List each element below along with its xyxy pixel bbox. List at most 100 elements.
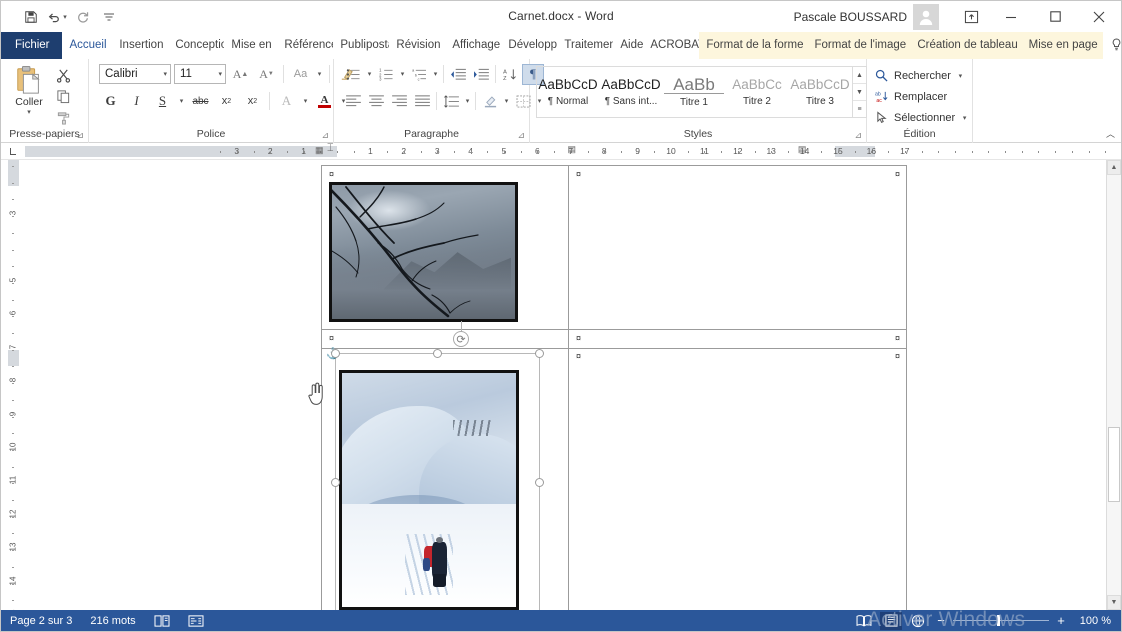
copy-icon[interactable]	[52, 87, 74, 106]
italic-icon[interactable]: I	[125, 91, 148, 112]
multilevel-list-icon[interactable]: abc	[408, 64, 430, 85]
gallery-more-icon[interactable]: ≡	[853, 101, 866, 117]
zoom-in-button[interactable]: +	[1054, 614, 1068, 627]
collapse-ribbon-icon[interactable]: ︿	[1106, 127, 1115, 140]
tell-me-box[interactable]: Dites-le-r	[1103, 32, 1122, 59]
vertical-scrollbar[interactable]: ▲ ▼	[1106, 160, 1121, 610]
shading-icon[interactable]	[479, 91, 501, 112]
scroll-down-button[interactable]: ▼	[1107, 595, 1121, 610]
shrink-font-icon[interactable]: A ▼	[255, 64, 278, 85]
style-titre-3[interactable]: AaBbCcD Titre 3	[789, 67, 852, 117]
tab-stop-left-icon[interactable]	[1, 143, 25, 160]
paragraph-dialog-launcher[interactable]: ⊿	[517, 129, 525, 142]
picture-winter-branches[interactable]	[329, 182, 518, 322]
select-button[interactable]: Sélectionner ▾	[872, 108, 969, 127]
undo-icon[interactable]: ▾	[45, 6, 69, 28]
table-cell[interactable]: ¤ ¤	[569, 166, 906, 329]
tab-revision[interactable]: Révision	[389, 32, 445, 59]
language-icon[interactable]	[179, 614, 213, 628]
bullets-icon[interactable]	[342, 64, 364, 85]
tab-developpeur[interactable]: Développeur	[501, 32, 557, 59]
zoom-level[interactable]: 100 %	[1073, 615, 1111, 627]
tab-creation-de-tableau[interactable]: Création de tableau	[910, 32, 1022, 59]
tab-fichier[interactable]: Fichier	[1, 32, 63, 59]
table-cell[interactable]: ¤ ¤	[569, 330, 906, 348]
line-spacing-icon[interactable]	[440, 91, 462, 112]
align-right-icon[interactable]	[388, 91, 410, 112]
tab-mise-en[interactable]: Mise en	[224, 32, 277, 59]
font-color-icon[interactable]: A	[313, 91, 336, 112]
scroll-thumb[interactable]	[1108, 427, 1120, 502]
style-titre-1[interactable]: AaBb Titre 1	[663, 67, 726, 117]
tab-insertion[interactable]: Insertion	[112, 32, 168, 59]
clipboard-dialog-launcher[interactable]: ⊿	[76, 129, 84, 142]
ribbon-display-options-icon[interactable]	[953, 1, 989, 32]
find-button[interactable]: Rechercher ▾	[872, 66, 965, 85]
style-sans-interligne[interactable]: AaBbCcD ¶ Sans int...	[600, 67, 663, 117]
numbering-icon[interactable]: 123	[375, 64, 397, 85]
style-titre-2[interactable]: AaBbCc Titre 2	[726, 67, 789, 117]
table-cell[interactable]: ¤ ¤	[569, 349, 906, 610]
tab-aide[interactable]: Aide	[613, 32, 643, 59]
zoom-slider-knob[interactable]	[997, 615, 1000, 626]
indent-markers[interactable]: ⌶	[327, 142, 334, 155]
print-layout-icon[interactable]	[880, 611, 902, 630]
handle-top-left[interactable]	[331, 349, 340, 358]
handle-top-right[interactable]	[535, 349, 544, 358]
bold-icon[interactable]: G	[99, 91, 122, 112]
handle-top-center[interactable]	[433, 349, 442, 358]
maximize-button[interactable]	[1033, 1, 1077, 32]
handle-middle-right[interactable]	[535, 478, 544, 487]
vertical-ruler[interactable]: 356789101112131415	[1, 160, 25, 610]
table-cell[interactable]: ¤	[322, 330, 569, 348]
cut-icon[interactable]	[52, 66, 74, 85]
zoom-slider[interactable]	[953, 612, 1049, 630]
table-row[interactable]: ¤ ¤ ¤	[321, 330, 907, 349]
table-cell[interactable]: ¤	[322, 166, 569, 329]
save-icon[interactable]	[19, 6, 43, 28]
decrease-indent-icon[interactable]	[447, 64, 469, 85]
column-marker[interactable]: ▤	[567, 144, 576, 155]
change-case-icon[interactable]: Aa	[289, 64, 312, 85]
superscript-icon[interactable]: x2	[241, 91, 264, 112]
sort-icon[interactable]: AZ	[499, 64, 521, 85]
style-normal[interactable]: AaBbCcD ¶ Normal	[537, 67, 600, 117]
increase-indent-icon[interactable]	[470, 64, 492, 85]
tab-format-de-la-forme[interactable]: Format de la forme	[699, 32, 808, 59]
chevron-down-icon[interactable]: ▾	[960, 114, 969, 122]
customize-qat-icon[interactable]	[97, 6, 121, 28]
font-family-combo[interactable]: Calibri ▾	[99, 64, 171, 84]
align-center-icon[interactable]	[365, 91, 387, 112]
justify-icon[interactable]	[411, 91, 433, 112]
handle-middle-left[interactable]	[331, 478, 340, 487]
gallery-up-icon[interactable]: ▲	[853, 67, 866, 84]
chevron-down-icon[interactable]: ▾	[956, 72, 965, 80]
page-indicator[interactable]: Page 2 sur 3	[1, 615, 81, 627]
font-dialog-launcher[interactable]: ⊿	[321, 129, 329, 142]
horizontal-ruler[interactable]: 3211234567891011121314151617▦⌶▤▤	[1, 142, 1121, 160]
image-winter-branches[interactable]	[329, 182, 518, 322]
web-layout-icon[interactable]	[907, 612, 929, 630]
read-mode-icon[interactable]	[853, 612, 875, 630]
tab-format-de-l-image[interactable]: Format de l'image	[807, 32, 911, 59]
proofing-errors-icon[interactable]	[145, 614, 179, 628]
format-painter-icon[interactable]	[52, 108, 74, 127]
tab-publipostage[interactable]: Publipostage	[333, 32, 389, 59]
left-margin-marker[interactable]: ▦	[315, 145, 324, 156]
align-left-icon[interactable]	[342, 91, 364, 112]
tab-accueil[interactable]: Accueil	[62, 32, 113, 59]
tab-affichage[interactable]: Affichage	[445, 32, 501, 59]
minimize-button[interactable]	[989, 1, 1033, 32]
tab-traitement[interactable]: Traitement	[557, 32, 613, 59]
document-canvas[interactable]: ¤ ¤ ¤ ¤ ¤ ¤ ¤ ¤ ⟳	[25, 160, 1106, 610]
zoom-out-button[interactable]: −	[934, 614, 948, 627]
rotate-handle[interactable]: ⟳	[453, 331, 469, 347]
right-indent-marker[interactable]: ▤	[798, 144, 807, 155]
underline-icon[interactable]: S	[151, 91, 174, 112]
paste-button[interactable]: Coller ▾	[6, 63, 52, 116]
scroll-up-button[interactable]: ▲	[1107, 160, 1121, 175]
table-row[interactable]: ¤	[321, 165, 907, 330]
document-page[interactable]: ¤ ¤ ¤ ¤ ¤ ¤ ¤ ¤ ⟳	[321, 165, 907, 610]
tab-references[interactable]: Références	[277, 32, 333, 59]
styles-dialog-launcher[interactable]: ⊿	[854, 129, 862, 142]
